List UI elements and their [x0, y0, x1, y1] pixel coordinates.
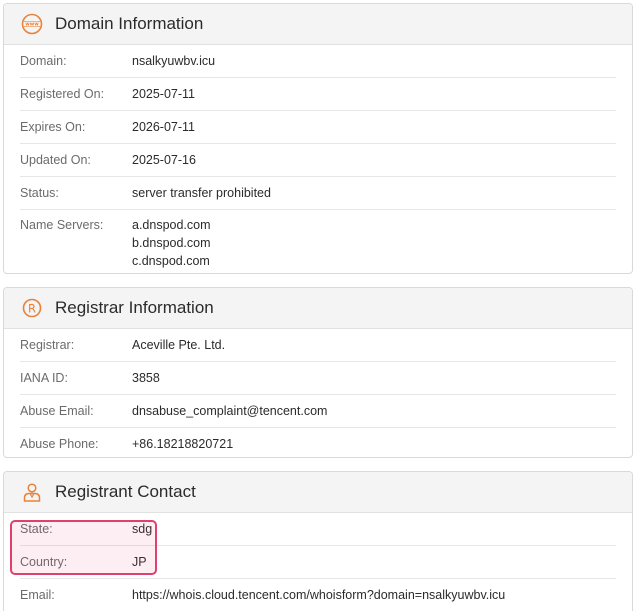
row-label: Registrar:: [20, 338, 75, 352]
registrant-contact-header: Registrant Contact: [4, 472, 632, 513]
row-value: https://whois.cloud.tencent.com/whoisfor…: [132, 588, 506, 602]
iana-id-row: IANA ID: 3858: [20, 362, 616, 395]
domain-row: Domain: nsalkyuwbv.icu: [20, 45, 616, 78]
row-label: Abuse Email:: [20, 404, 94, 418]
row-label: Expires On:: [20, 120, 86, 134]
name-servers-row: Name Servers: a.dnspod.com b.dnspod.com …: [20, 210, 616, 272]
status-row: Status: server transfer prohibited: [20, 177, 616, 210]
domain-information-header: www Domain Information: [4, 4, 632, 45]
name-server-list: a.dnspod.com b.dnspod.com c.dnspod.com: [132, 216, 211, 270]
name-server: b.dnspod.com: [132, 236, 211, 250]
row-value: nsalkyuwbv.icu: [132, 54, 216, 68]
svg-text:www: www: [25, 22, 39, 28]
row-value: +86.18218820721: [132, 437, 234, 451]
domain-information-title: Domain Information: [55, 14, 204, 33]
registered-mark-icon: R: [21, 297, 43, 319]
row-value: 2025-07-11: [132, 87, 196, 101]
row-label: Domain:: [20, 54, 67, 68]
registered-on-row: Registered On: 2025-07-11: [20, 78, 616, 111]
domain-information-card: www Domain Information Domain: nsalkyuwb…: [3, 3, 633, 274]
abuse-email-row: Abuse Email: dnsabuse_complaint@tencent.…: [20, 395, 616, 428]
registrar-information-header: R Registrar Information: [4, 288, 632, 329]
email-row: Email: https://whois.cloud.tencent.com/w…: [20, 579, 616, 611]
abuse-phone-row: Abuse Phone: +86.18218820721: [20, 428, 616, 460]
row-label: Email:: [20, 588, 55, 602]
name-server: c.dnspod.com: [132, 254, 210, 268]
row-value: server transfer prohibited: [132, 186, 271, 200]
person-contact-icon: [21, 481, 43, 503]
row-value: dnsabuse_complaint@tencent.com: [132, 404, 328, 418]
registrant-contact-title: Registrant Contact: [55, 482, 196, 501]
row-label: Abuse Phone:: [20, 437, 99, 451]
registrar-information-card: R Registrar Information Registrar: Acevi…: [3, 287, 633, 458]
highlight-box: [10, 520, 157, 575]
expires-on-row: Expires On: 2026-07-11: [20, 111, 616, 144]
row-value: Aceville Pte. Ltd.: [132, 338, 226, 352]
row-value: 3858: [132, 371, 160, 385]
updated-on-row: Updated On: 2025-07-16: [20, 144, 616, 177]
www-globe-icon: www: [21, 13, 43, 35]
row-value: 2025-07-16: [132, 153, 196, 167]
registrar-information-title: Registrar Information: [55, 298, 214, 317]
row-label: Name Servers:: [20, 218, 104, 232]
name-server: a.dnspod.com: [132, 218, 211, 232]
svg-text:R: R: [28, 301, 36, 315]
row-label: Registered On:: [20, 87, 105, 101]
row-label: IANA ID:: [20, 371, 68, 385]
row-label: Status:: [20, 186, 59, 200]
registrar-row: Registrar: Aceville Pte. Ltd.: [20, 329, 616, 362]
row-label: Updated On:: [20, 153, 91, 167]
row-value: 2026-07-11: [132, 120, 196, 134]
